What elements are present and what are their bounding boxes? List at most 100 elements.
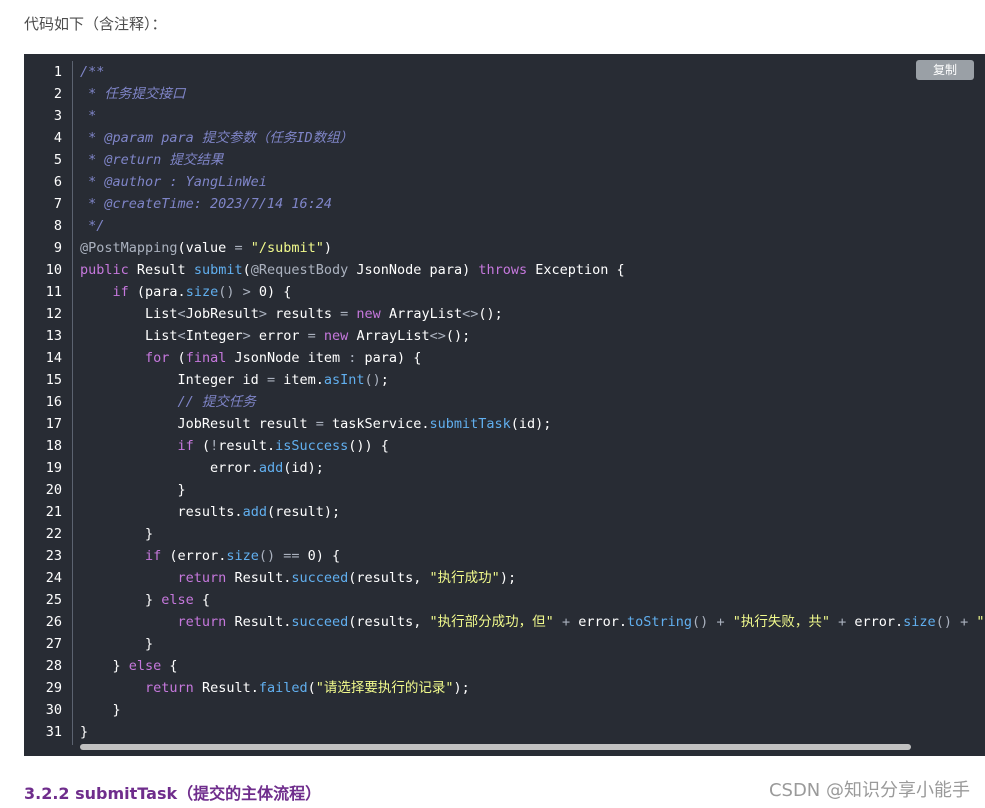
code-token: if (112, 284, 129, 300)
line-number: 17 (45, 416, 62, 432)
code-line: 31} (24, 721, 985, 743)
line-number: 30 (45, 702, 62, 718)
code-token: (results, (348, 614, 430, 630)
code-token: final (185, 350, 227, 366)
code-token: "请选择要执行的记录" (315, 680, 454, 696)
code-line: 26 return Result.succeed(results, "执行部分成… (24, 611, 985, 633)
code-token: item. (275, 372, 324, 388)
code-text: if (!result.isSuccess()) { (80, 435, 389, 457)
code-token: () (364, 372, 381, 388)
code-token: () (258, 548, 276, 564)
code-token: @RequestBody (250, 262, 349, 278)
code-token: ( (242, 262, 251, 278)
code-line: 22 } (24, 523, 985, 545)
code-token: return (177, 570, 227, 586)
code-text: List<JobResult> results = new ArrayList<… (80, 303, 503, 325)
code-line: 16 // 提交任务 (24, 391, 985, 413)
code-line: 23 if (error.size() == 0) { (24, 545, 985, 567)
code-token: results (266, 306, 341, 322)
code-token: List (80, 306, 178, 322)
code-line: 2 * 任务提交接口 (24, 83, 985, 105)
code-token: para) { (356, 350, 422, 366)
watermark: CSDN @知识分享小能手 (768, 780, 970, 801)
code-token: > (258, 306, 267, 322)
code-token: new (323, 328, 349, 344)
code-line: 27 } (24, 633, 985, 655)
code-text: /** (80, 61, 104, 83)
code-token: ) (323, 240, 333, 256)
copy-button[interactable]: 复制 (916, 60, 974, 80)
code-text: * 任务提交接口 (80, 83, 185, 105)
code-text: * (80, 105, 96, 127)
code-token: Result. (193, 680, 259, 696)
code-token: ( (193, 438, 211, 454)
code-text: @PostMapping(value = "/submit") (80, 237, 332, 259)
code-token: ); (499, 570, 517, 586)
code-token: = (266, 372, 276, 388)
code-text: return Result.succeed(results, "执行部分成功，但… (80, 611, 985, 633)
code-token: () (218, 284, 235, 300)
line-number: 7 (53, 196, 62, 212)
code-line: 20 } (24, 479, 985, 501)
code-line: 21 results.add(result); (24, 501, 985, 523)
code-text: } (80, 523, 153, 545)
code-token: (error. (161, 548, 227, 564)
line-number: 11 (45, 284, 62, 300)
code-token: return (177, 614, 227, 630)
code-token: Result. (226, 570, 292, 586)
line-number: 19 (45, 460, 62, 476)
line-number: 9 (53, 240, 62, 256)
code-token: ()) { (348, 438, 389, 454)
code-token: for (145, 350, 170, 366)
code-token: JobResult (185, 306, 259, 322)
code-token: * @return 提交结果 (80, 152, 224, 168)
code-text: List<Integer> error = new ArrayList<>(); (80, 325, 470, 347)
code-text: } (80, 479, 186, 501)
code-text: for (final JsonNode item : para) { (80, 347, 421, 369)
code-token: Result. (226, 614, 292, 630)
code-token: (); (478, 306, 503, 322)
code-line: 6 * @author : YangLinWei (24, 171, 985, 193)
code-line: 30 } (24, 699, 985, 721)
code-token: taskService. (323, 416, 430, 432)
code-token: <> (429, 328, 446, 344)
code-line: 11 if (para.size() > 0) { (24, 281, 985, 303)
code-token: if (145, 548, 162, 564)
code-line: 1 /** (24, 61, 985, 83)
code-token: JsonNode item (226, 350, 349, 366)
line-number: 13 (45, 328, 62, 344)
code-token: isSuccess (275, 438, 349, 454)
code-text: } (80, 633, 153, 655)
code-line: 13 List<Integer> error = new ArrayList<>… (24, 325, 985, 347)
code-token: return (145, 680, 194, 696)
code-token: * @param para 提交参数（任务ID数组） (80, 130, 354, 146)
code-token: succeed (291, 614, 349, 630)
intro-text: 代码如下（含注释）： (24, 15, 167, 33)
code-token: > (242, 328, 251, 344)
code-line: 17 JobResult result = taskService.submit… (24, 413, 985, 435)
code-token: "执行成功" (429, 570, 500, 586)
code-line: 24 return Result.succeed(results, "执行成功"… (24, 567, 985, 589)
code-token: new (356, 306, 381, 322)
code-line: 29 return Result.failed("请选择要执行的记录"); (24, 677, 985, 699)
code-line: 10 public Result submit(@RequestBody Json… (24, 259, 985, 281)
horizontal-scrollbar[interactable] (80, 744, 911, 750)
line-number: 3 (53, 108, 62, 124)
code-token: error. (80, 460, 259, 476)
code-token: } (80, 526, 154, 542)
code-token: @PostMapping (80, 240, 178, 256)
code-token: public (80, 262, 129, 278)
code-line: 7 * @createTime: 2023/7/14 16:24 (24, 193, 985, 215)
code-lines: 1/** 2 * 任务提交接口 3 * 4 * @param para 提交参数（任务… (24, 61, 985, 743)
line-number: 21 (45, 504, 62, 520)
code-token: < (177, 306, 186, 322)
code-line: 12 List<JobResult> results = new ArrayLi… (24, 303, 985, 325)
line-number: 24 (45, 570, 62, 586)
code-token: (); (445, 328, 471, 344)
code-token: 0) { (299, 548, 341, 564)
